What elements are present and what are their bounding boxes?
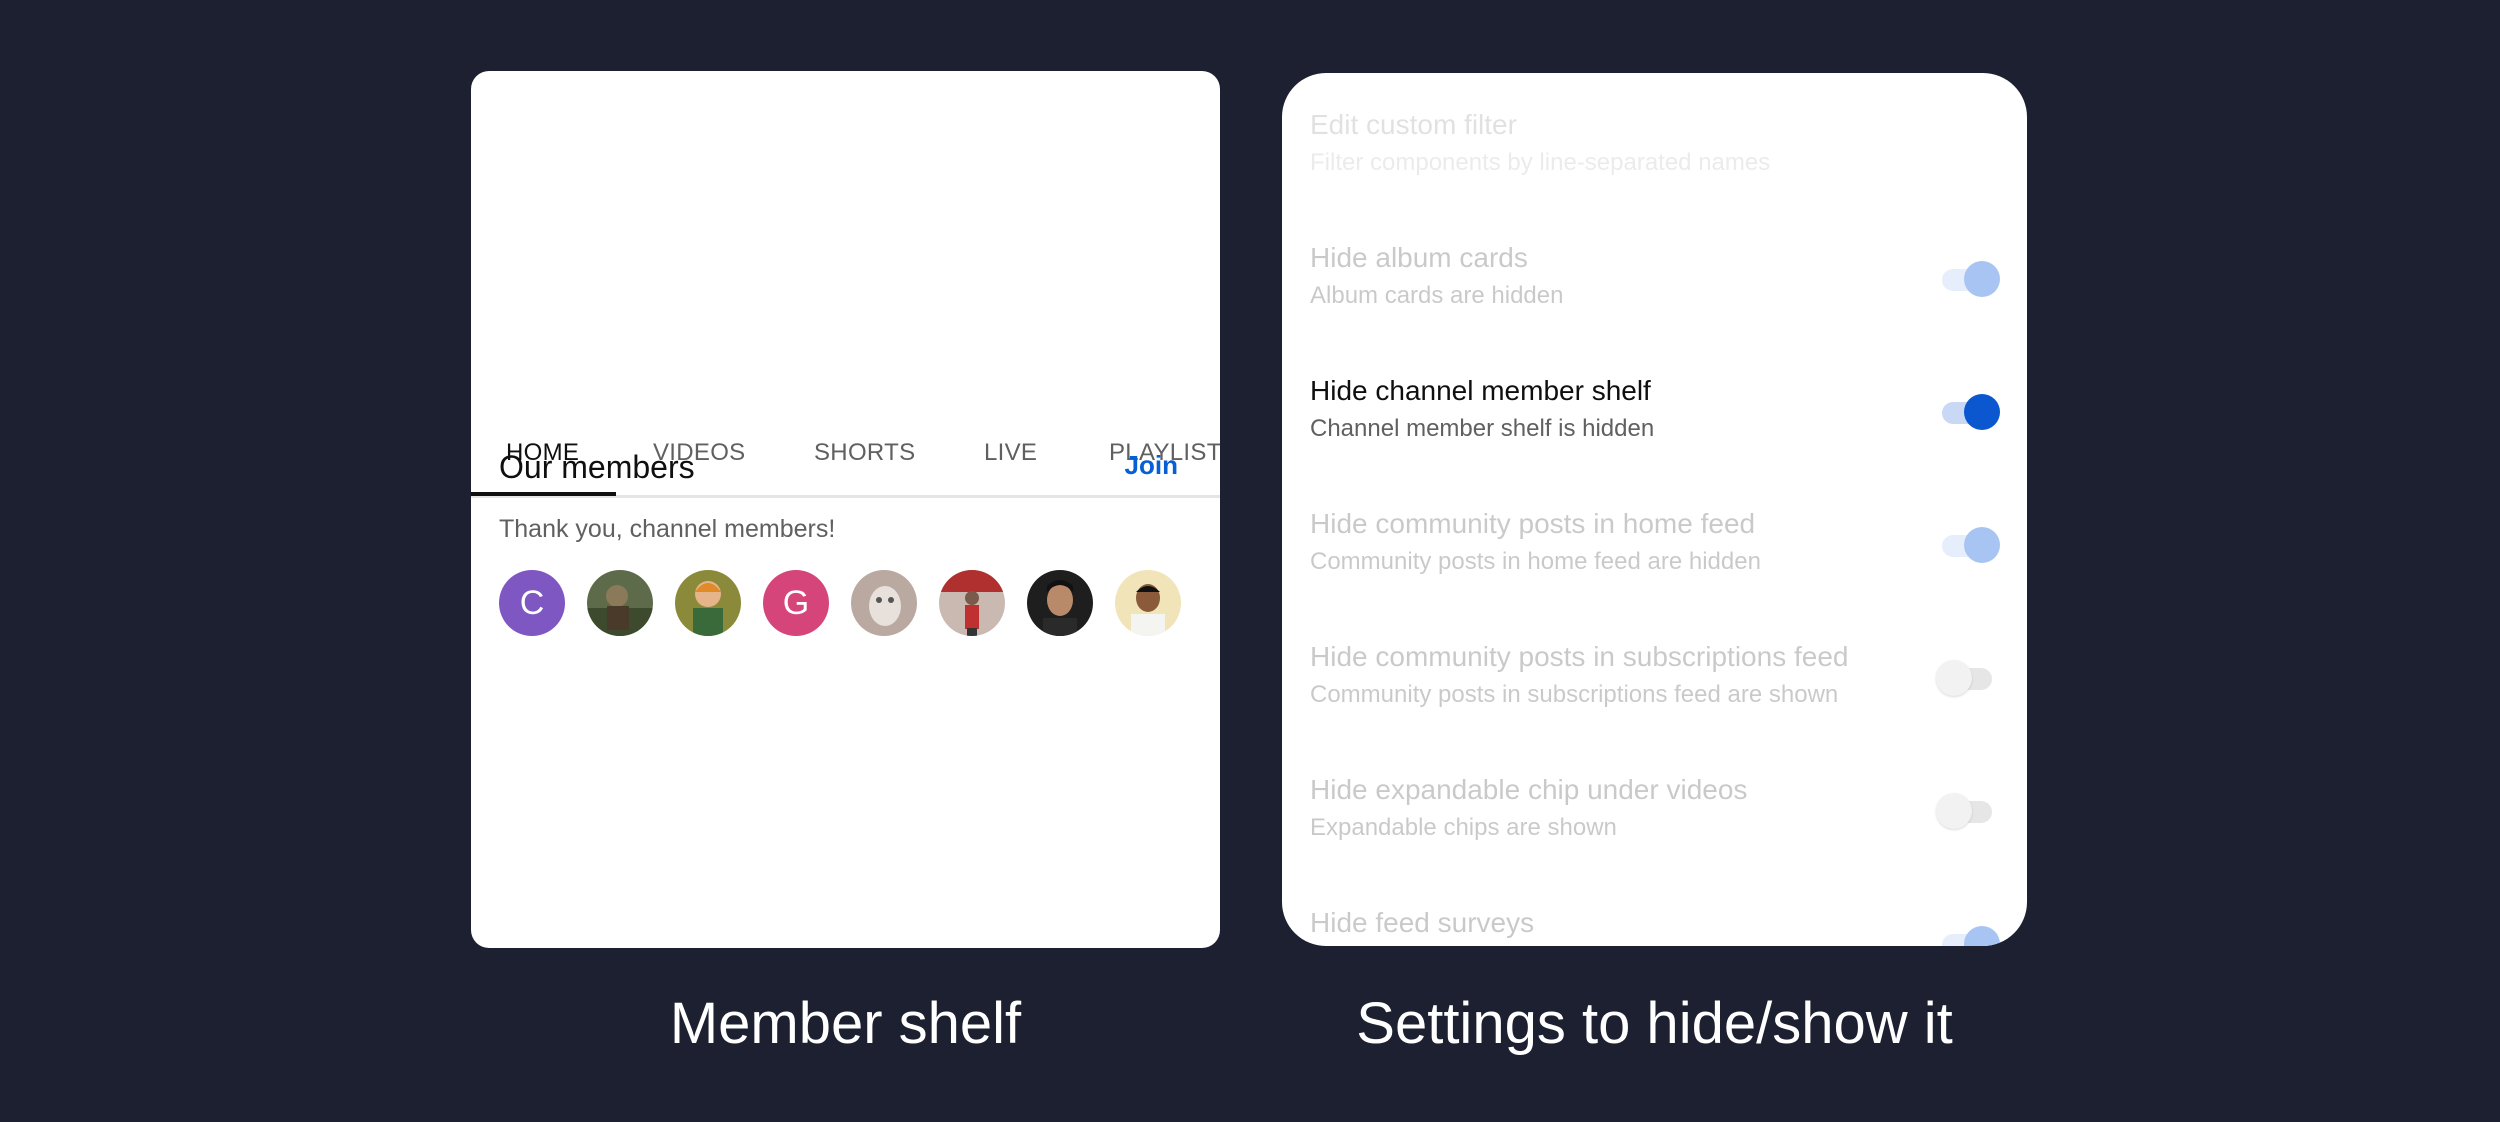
setting-subtitle: Expandable chips are shown xyxy=(1310,814,1617,841)
setting-title: Hide feed surveys xyxy=(1310,907,1535,938)
member-shelf-toggle[interactable] xyxy=(1936,392,2000,432)
setting-hide-feed-surveys[interactable]: Hide feed surveys xyxy=(1310,907,2000,946)
member-shelf-screenshot: HOME VIDEOS SHORTS LIVE PLAYLISTS Our me… xyxy=(471,71,1220,948)
settings-screenshot: Edit custom filter Filter components by … xyxy=(1282,73,2027,946)
tab-shorts[interactable]: SHORTS xyxy=(814,399,915,495)
avatar[interactable] xyxy=(851,570,917,636)
tab-live[interactable]: LIVE xyxy=(984,399,1037,495)
feed-surveys-toggle[interactable] xyxy=(1936,924,2000,946)
avatar[interactable] xyxy=(1027,570,1093,636)
setting-subtitle: Channel member shelf is hidden xyxy=(1310,415,1655,442)
caption-right: Settings to hide/show it xyxy=(1356,991,1953,1056)
setting-subtitle: Album cards are hidden xyxy=(1310,282,1564,309)
shelf-title: Our members xyxy=(499,449,695,485)
setting-hide-channel-member-shelf[interactable]: Hide channel member shelf Channel member… xyxy=(1310,375,2000,485)
setting-title: Hide channel member shelf xyxy=(1310,375,1651,406)
setting-title: Hide community posts in home feed xyxy=(1310,508,1756,539)
avatar[interactable] xyxy=(1115,570,1181,636)
avatar[interactable]: G xyxy=(763,570,829,636)
caption-left: Member shelf xyxy=(669,991,1022,1056)
album-cards-toggle[interactable] xyxy=(1936,259,2000,299)
setting-subtitle: Community posts in subscriptions feed ar… xyxy=(1310,681,1839,708)
setting-subtitle: Filter components by line-separated name… xyxy=(1310,149,1771,176)
avatar[interactable] xyxy=(939,570,1005,636)
setting-hide-community-posts-subscriptions[interactable]: Hide community posts in subscriptions fe… xyxy=(1310,641,2000,751)
shelf-subtitle: Thank you, channel members! xyxy=(499,515,836,543)
community-posts-subscriptions-toggle[interactable] xyxy=(1936,658,2000,698)
setting-subtitle: Community posts in home feed are hidden xyxy=(1310,548,1761,575)
join-button[interactable]: Join xyxy=(1125,450,1178,481)
setting-title: Edit custom filter xyxy=(1310,109,1517,140)
setting-title: Hide album cards xyxy=(1310,242,1528,273)
setting-title: Hide community posts in subscriptions fe… xyxy=(1310,641,1849,672)
setting-title: Hide expandable chip under videos xyxy=(1310,774,1748,805)
setting-hide-community-posts-home[interactable]: Hide community posts in home feed Commun… xyxy=(1310,508,2000,618)
expandable-chip-toggle[interactable] xyxy=(1936,791,2000,831)
community-posts-home-toggle[interactable] xyxy=(1936,525,2000,565)
avatar[interactable] xyxy=(587,570,653,636)
setting-hide-album-cards[interactable]: Hide album cards Album cards are hidden xyxy=(1310,242,2000,352)
setting-edit-custom-filter[interactable]: Edit custom filter Filter components by … xyxy=(1310,109,2000,219)
avatar[interactable]: C xyxy=(499,570,565,636)
active-tab-indicator xyxy=(471,492,616,496)
avatar[interactable] xyxy=(675,570,741,636)
setting-hide-expandable-chip[interactable]: Hide expandable chip under videos Expand… xyxy=(1310,774,2000,884)
